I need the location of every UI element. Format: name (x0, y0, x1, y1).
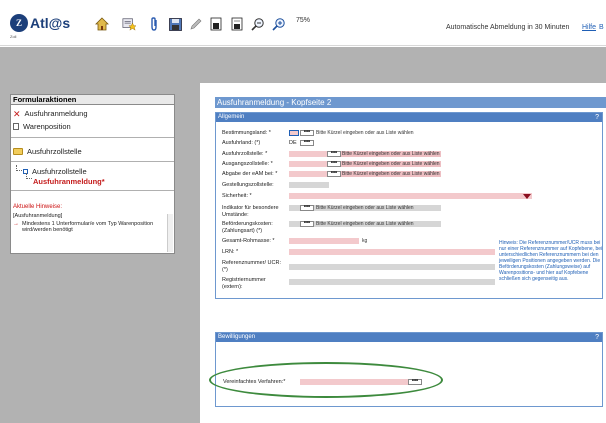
hint-ausfuhrzollstelle: Bitte Kürzel eingeben oder aus Liste wäh… (342, 151, 440, 157)
lookup-button-ausfuhrzollstelle[interactable]: ••• (327, 150, 341, 157)
hint-befoerderungskosten: Bitte Kürzel eingeben oder aus Liste wäh… (316, 221, 414, 227)
lookup-button-ausfuhrland[interactable]: ••• (300, 139, 314, 146)
logo-subtext: Zoll (10, 34, 17, 39)
input-indikator[interactable] (289, 205, 300, 211)
divider (11, 190, 174, 191)
folder-label: Ausfuhrzollstelle (27, 147, 82, 156)
input-gesamt-rohmasse[interactable] (289, 238, 359, 244)
atlas-logo: Z Atl@s Zoll (10, 12, 72, 39)
input-befoerderungskosten[interactable] (289, 221, 300, 227)
select-sicherheit[interactable] (289, 193, 532, 199)
save-icon[interactable] (168, 17, 182, 31)
divider (11, 137, 174, 138)
label-indikator: Indikator für besondere Umstände: (222, 205, 279, 218)
paperclip-icon[interactable] (147, 17, 161, 31)
page-title: Ausfuhranmeldung - Kopfseite 2 (215, 97, 606, 108)
action-label: Ausfuhranmeldung (24, 109, 88, 118)
form-actions-panel: Formularaktionen ✕ Ausfuhranmeldung Ware… (10, 94, 175, 254)
divider (11, 161, 174, 162)
input-referenznummer[interactable] (289, 264, 495, 270)
action-ausfuhranmeldung[interactable]: ✕ Ausfuhranmeldung (13, 109, 88, 118)
help-question-icon[interactable]: ? (595, 113, 599, 122)
label-ausgangszollstelle: Ausgangszollstelle: * (222, 161, 273, 167)
lookup-button-befoerderungskosten[interactable]: ••• (300, 220, 314, 227)
section-title: Allgemein (218, 114, 245, 120)
red-x-icon: ✕ (13, 108, 21, 119)
hints-scrollbar[interactable] (167, 214, 173, 252)
input-bestimmungsland[interactable] (289, 130, 299, 136)
label-abgabe-eam: Abgabe der eAM bei: * (222, 171, 278, 177)
label-bestimmungsland: Bestimmungsland: * (222, 130, 271, 136)
eagle-logo-icon: Z (10, 14, 28, 32)
help-question-icon[interactable]: ? (595, 333, 599, 342)
label-referenznummer: Referenznummer/ UCR: (*) (222, 260, 281, 273)
input-ausgangszollstelle[interactable] (289, 161, 327, 167)
hints-list: [Ausfuhranmeldung] → Mindestens 1 Unterf… (13, 213, 163, 251)
hints-title: Aktuelle Hinweise: (13, 204, 63, 210)
side-hint: Hinweis: Die Referenznummer/UCR muss bei… (499, 240, 603, 282)
zoom-level: 75% (296, 17, 311, 24)
label-sicherheit: Sicherheit: * (222, 193, 252, 199)
zoom-out-icon[interactable] (251, 17, 265, 31)
label-lrn: LRN: * (222, 249, 239, 255)
hint-abgabe-eam: Bitte Kürzel eingeben oder aus Liste wäh… (342, 171, 440, 177)
input-gestellungszollstelle[interactable] (289, 182, 329, 188)
logout-notice: Automatische Abmeldung in 30 Minuten (446, 24, 570, 31)
document-icon[interactable] (230, 17, 244, 31)
help-link[interactable]: Hilfe (582, 24, 596, 31)
input-ausfuhrland[interactable]: DE (289, 140, 299, 146)
home-icon[interactable] (95, 17, 109, 31)
action-label: Warenposition (23, 122, 71, 131)
label-ausfuhrzollstelle: Ausfuhrzollstelle: * (222, 151, 268, 157)
zoom-in-icon[interactable] (272, 17, 286, 31)
input-ausfuhrzollstelle[interactable] (289, 151, 327, 157)
hint-indikator: Bitte Kürzel eingeben oder aus Liste wäh… (316, 205, 414, 211)
section-allgemein: Allgemein ? Bestimmungsland: * ••• Bitte… (215, 112, 603, 299)
arrow-right-icon: → (13, 221, 19, 227)
input-registriernummer[interactable] (289, 279, 495, 285)
action-warenposition[interactable]: Warenposition (13, 122, 71, 131)
hint-item: → Mindestens 1 Unterformular/e vom Typ W… (13, 221, 163, 233)
tree-item-ausfuhrzollstelle[interactable]: Ausfuhrzollstelle (23, 167, 87, 176)
logo-text: Atl@s (30, 15, 71, 31)
highlight-oval (209, 362, 443, 398)
lookup-button-abgabe-eam[interactable]: ••• (327, 170, 341, 177)
document-icon (13, 123, 19, 130)
label-ausfuhrland: Ausfuhrland: (*) (222, 140, 261, 146)
hint-header: [Ausfuhranmeldung] (13, 213, 63, 219)
hint-ausgangszollstelle: Bitte Kürzel eingeben oder aus Liste wäh… (342, 161, 440, 167)
toolbar: Z Atl@s Zoll 75% Automatische Abmeldung … (0, 0, 606, 46)
tree-item-ausfuhranmeldung[interactable]: Ausfuhranmeldung* (33, 177, 105, 186)
section-title: Bewilligungen (218, 334, 256, 340)
folder-ausfuhrzollstelle[interactable]: Ausfuhrzollstelle (13, 147, 82, 156)
label-gesamt-rohmasse: Gesamt-Rohmasse: * (222, 238, 275, 244)
hint-text: Mindestens 1 Unterformular/e vom Typ War… (22, 221, 154, 233)
input-lrn[interactable] (289, 249, 495, 255)
folder-icon (13, 148, 23, 155)
section-header: Allgemein ? (216, 113, 602, 122)
label-befoerderungskosten: Beförderungskosten: (Zahlungsart) (*) (222, 221, 273, 234)
dropdown-arrow-icon[interactable] (523, 194, 531, 199)
lookup-button-indikator[interactable]: ••• (300, 204, 314, 211)
label-registriernummer: Registriernummer (extern): (222, 277, 266, 290)
lookup-button-ausgangszollstelle[interactable]: ••• (327, 160, 341, 167)
input-abgabe-eam[interactable] (289, 171, 327, 177)
tree-connector (26, 173, 32, 179)
toolbar-link-b[interactable]: B (599, 24, 604, 31)
lookup-button-bestimmungsland[interactable]: ••• (300, 129, 314, 136)
tree-label: Ausfuhrzollstelle (32, 167, 87, 176)
section-header: Bewilligungen ? (216, 333, 602, 342)
document-print-icon[interactable] (209, 17, 223, 31)
edit-pencil-icon[interactable] (189, 17, 203, 31)
form-actions-header: Formularaktionen (11, 95, 174, 105)
tree-connector (16, 165, 22, 171)
unit-kg: kg (362, 238, 368, 244)
tree-label: Ausfuhranmeldung* (33, 177, 105, 186)
label-gestellungszollstelle: Gestellungszollstelle: (222, 182, 274, 188)
favorites-icon[interactable] (122, 17, 136, 31)
